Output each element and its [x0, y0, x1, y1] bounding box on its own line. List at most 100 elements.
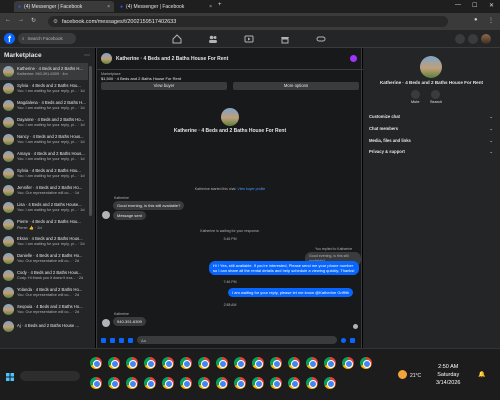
section-media-files-links[interactable]: Media, files and links ⌄ [369, 138, 493, 143]
facebook-logo-icon[interactable]: f [4, 33, 15, 44]
back-icon[interactable]: ← [5, 17, 11, 23]
conversation-item[interactable]: Jennifer · 4 Beds and 2 Baths Ho... You: … [0, 182, 88, 199]
conversation-item[interactable]: Nancy · 4 Beds and 2 Baths Hous... You: I… [0, 131, 88, 148]
conversation-item[interactable]: Pierre · 4 Beds and 2 Baths Hou... Pierre… [0, 216, 88, 233]
menu-grid-icon[interactable] [455, 34, 465, 44]
forward-icon[interactable]: → [18, 17, 24, 23]
conversation-item[interactable]: Dayanne · 4 Beds and 2 Baths Ho... You: I… [0, 114, 88, 131]
avatar[interactable] [481, 34, 491, 44]
chrome-icon[interactable] [306, 377, 318, 389]
outgoing-message[interactable]: I am waiting for your reply, please let … [228, 288, 354, 297]
conversation-item[interactable]: Katherine · 4 Beds and 2 Baths H... Kathe… [0, 63, 88, 80]
gaming-icon[interactable] [316, 34, 326, 44]
incoming-message[interactable]: Message sent [113, 211, 146, 220]
chrome-icon[interactable] [342, 357, 354, 369]
chrome-icon[interactable] [126, 377, 138, 389]
chrome-icon[interactable] [180, 357, 192, 369]
close-window-icon[interactable]: ✕ [489, 2, 494, 9]
incoming-message[interactable]: Good evening, is this still available? [113, 201, 185, 210]
chrome-icon[interactable] [162, 377, 174, 389]
view-buyer-profile-link[interactable]: View buyer profile [237, 187, 265, 191]
taskbar-search[interactable] [20, 371, 80, 381]
address-bar[interactable]: ⚙ facebook.com/messages/t/20021595174026… [48, 16, 448, 27]
conversation-item[interactable]: Aj · 4 Beds and 2 Baths House ... [0, 318, 88, 335]
chrome-icon[interactable] [234, 377, 246, 389]
minimize-icon[interactable]: — [455, 2, 461, 8]
conversation-item[interactable]: Magdalena · 4 Beds and 2 Baths H... You: … [0, 97, 88, 114]
new-tab-icon[interactable]: + [218, 2, 222, 8]
facebook-search-input[interactable]: ⌕ Search Facebook [18, 33, 76, 44]
browser-tab-messenger-2[interactable]: ● (4) Messenger | Facebook × [116, 1, 216, 12]
chrome-icon[interactable] [144, 377, 156, 389]
sender-avatar[interactable] [102, 211, 110, 219]
chrome-icon[interactable] [306, 357, 318, 369]
chrome-icon[interactable] [126, 357, 138, 369]
search-icon[interactable] [431, 90, 440, 99]
notifications-icon[interactable] [468, 34, 478, 44]
video-icon[interactable] [244, 34, 254, 44]
close-icon[interactable]: × [209, 4, 212, 10]
more-options-button[interactable]: More options [233, 82, 359, 90]
section-privacy-support[interactable]: Privacy & support ⌄ [369, 149, 493, 154]
outgoing-message[interactable]: Hi ! Yes, still available. If you're int… [209, 261, 359, 275]
conversation-item[interactable]: Danielle · 4 Beds and 2 Baths Ho... You: … [0, 250, 88, 267]
plus-icon[interactable] [101, 337, 106, 343]
gif-icon[interactable] [128, 337, 133, 343]
friends-icon[interactable] [208, 34, 218, 44]
chrome-icon[interactable] [108, 377, 120, 389]
chrome-icon[interactable] [252, 357, 264, 369]
view-buyer-button[interactable]: View buyer [101, 82, 227, 90]
chrome-icon[interactable] [270, 377, 282, 389]
conversation-item[interactable]: Amaya · 4 Beds and 2 Baths Hous... You: I… [0, 148, 88, 165]
chrome-icon[interactable] [162, 357, 174, 369]
home-icon[interactable] [172, 34, 182, 44]
image-icon[interactable] [110, 337, 115, 343]
conversation-item[interactable]: Ekran · 4 Beds and 2 Baths Hous... You: I… [0, 233, 88, 250]
chrome-icon[interactable] [234, 357, 246, 369]
chat-title[interactable]: Katherine · 4 Beds and 2 Baths House For… [116, 56, 228, 62]
chrome-icon[interactable] [144, 357, 156, 369]
mute-icon[interactable] [411, 90, 420, 99]
profile-icon[interactable]: ● [474, 17, 478, 23]
sender-avatar[interactable] [102, 319, 110, 327]
browser-tab-messenger-1[interactable]: ● (4) Messenger | Facebook × [14, 1, 114, 12]
menu-icon[interactable]: ⋮ [488, 17, 494, 24]
more-icon[interactable]: ⋯ [84, 52, 90, 59]
section-chat-members[interactable]: Chat members ⌄ [369, 126, 493, 131]
emoji-icon[interactable] [341, 337, 346, 343]
conversation-item[interactable]: Sylvia · 4 Beds and 2 Baths Hou... You: I… [0, 80, 88, 97]
reload-icon[interactable]: ↻ [31, 17, 36, 24]
message-input[interactable]: Aa [137, 336, 337, 344]
chrome-icon[interactable] [198, 377, 210, 389]
section-customize-chat[interactable]: Customize chat ⌄ [369, 114, 493, 119]
chrome-icon[interactable] [324, 377, 336, 389]
conversation-item[interactable]: Seqouia · 4 Beds and 2 Baths Ho... You: O… [0, 301, 88, 318]
like-icon[interactable] [350, 337, 355, 343]
chrome-icon[interactable] [270, 357, 282, 369]
marketplace-icon[interactable] [280, 34, 290, 44]
chrome-icon[interactable] [108, 357, 120, 369]
chrome-icon[interactable] [90, 377, 102, 389]
chrome-icon[interactable] [180, 377, 192, 389]
maximize-icon[interactable]: ☐ [472, 2, 477, 9]
scrollbar[interactable] [89, 66, 92, 216]
chrome-icon[interactable] [198, 357, 210, 369]
system-clock[interactable]: 2:50 AM Saturday 3/14/2026 [436, 363, 460, 387]
conversation-info-icon[interactable] [350, 55, 357, 62]
site-info-icon[interactable]: ⚙ [53, 19, 58, 25]
chrome-icon[interactable] [360, 357, 372, 369]
chrome-icon[interactable] [288, 357, 300, 369]
chrome-icon[interactable] [252, 377, 264, 389]
start-icon[interactable] [6, 373, 14, 381]
close-icon[interactable]: × [107, 4, 110, 10]
notification-icon[interactable]: 🔔 [478, 371, 485, 378]
chrome-icon[interactable] [324, 357, 336, 369]
weather-temp[interactable]: 21°C [410, 373, 421, 379]
conversation-item[interactable]: Lisa · 4 Beds and 2 Baths House... You: I… [0, 199, 88, 216]
incoming-message[interactable]: 940-391-6309 [113, 317, 146, 326]
chrome-icon[interactable] [216, 357, 228, 369]
chrome-icon[interactable] [216, 377, 228, 389]
conversation-item[interactable]: Sylvia · 4 Beds and 2 Baths Hou... You: I… [0, 165, 88, 182]
conversation-item[interactable]: Yolanda · 4 Beds and 2 Baths Ho... You: O… [0, 284, 88, 301]
chrome-icon[interactable] [90, 357, 102, 369]
